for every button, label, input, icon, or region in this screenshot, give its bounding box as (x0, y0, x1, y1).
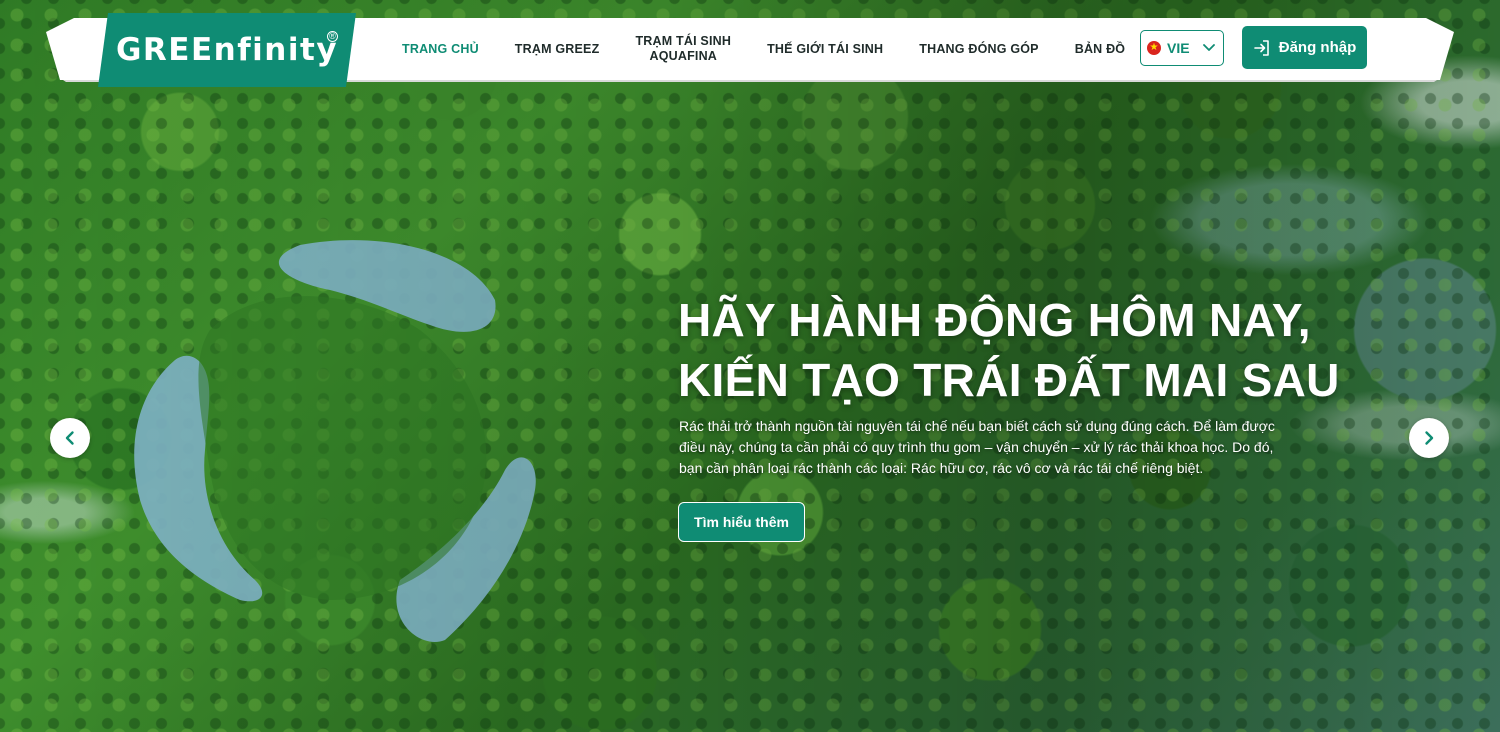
language-label: VIE (1167, 40, 1190, 56)
hero-headline: HÃY HÀNH ĐỘNG HÔM NAY, KIẾN TẠO TRÁI ĐẤT… (678, 294, 1340, 406)
learn-more-button[interactable]: Tìm hiểu thêm (678, 502, 805, 542)
chevron-down-icon (1203, 44, 1215, 51)
hero-description: Rác thải trở thành nguồn tài nguyên tái … (679, 418, 1275, 476)
carousel-next-button[interactable] (1409, 418, 1449, 458)
nav-item-home[interactable]: TRANG CHỦ (384, 42, 497, 57)
login-button[interactable]: Đăng nhập (1242, 26, 1367, 69)
chevron-right-icon (1425, 431, 1434, 445)
main-menu: TRANG CHỦ TRẠM GREEZ TRẠM TÁI SINH AQUAF… (384, 18, 1143, 80)
vietnam-flag-icon: ★ (1147, 41, 1161, 55)
nav-item-contribution-ladder[interactable]: THANG ĐÓNG GÓP (901, 42, 1056, 57)
nav-item-aquafina-station[interactable]: TRẠM TÁI SINH AQUAFINA (617, 34, 749, 64)
nav-item-greez-station[interactable]: TRẠM GREEZ (497, 42, 618, 57)
login-icon (1253, 39, 1269, 56)
login-label: Đăng nhập (1278, 39, 1357, 56)
logo-text: GREEnfinity (115, 32, 339, 68)
top-navigation: GREEnfinity ® TRANG CHỦ TRẠM GREEZ TRẠM … (46, 13, 1454, 87)
nav-item-recycle-world[interactable]: THẾ GIỚI TÁI SINH (749, 42, 901, 57)
brand-logo[interactable]: GREEnfinity ® (98, 13, 356, 87)
registered-mark: ® (327, 31, 338, 42)
chevron-left-icon (65, 431, 74, 445)
language-selector[interactable]: ★ VIE (1140, 30, 1224, 66)
carousel-prev-button[interactable] (50, 418, 90, 458)
nav-item-map[interactable]: BẢN ĐỒ (1057, 42, 1144, 57)
